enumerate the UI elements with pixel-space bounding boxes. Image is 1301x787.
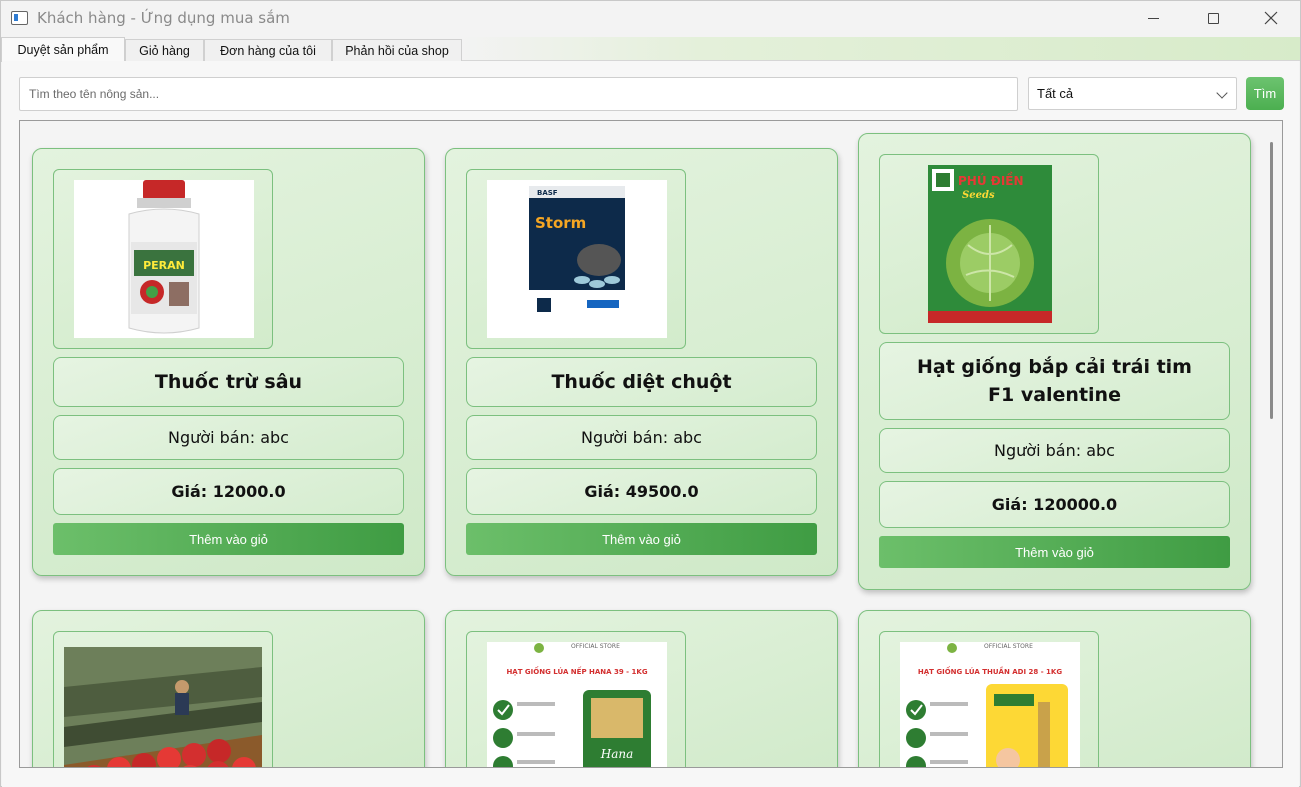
product-scroll-area[interactable]: PERAN Thuốc trừ sâu Người bán: abc Giá: … bbox=[19, 120, 1283, 768]
title-bar: Khách hàng - Ứng dụng mua sắm bbox=[1, 1, 1300, 37]
product-name: Thuốc trừ sâu bbox=[53, 357, 404, 407]
adi-seed-title: HẠT GIỐNG LÚA THUẦN ADI 28 - 1KG bbox=[918, 666, 1062, 676]
minimize-button[interactable] bbox=[1123, 1, 1183, 35]
maximize-button[interactable] bbox=[1183, 1, 1243, 35]
search-input[interactable] bbox=[19, 77, 1018, 111]
product-seller: Người bán: abc bbox=[879, 428, 1230, 473]
product-image: BASF Storm bbox=[466, 169, 686, 349]
product-card: OFFICIAL STORE HẠT GIỐNG LÚA THUẦN ADI 2… bbox=[858, 610, 1251, 767]
product-card bbox=[32, 610, 425, 767]
rice-seed-hana-image: OFFICIAL STORE HẠT GIỐNG LÚA NẾP HANA 39… bbox=[487, 642, 667, 767]
browse-panel: Tất cả Tìm PERAN bbox=[2, 61, 1299, 787]
cabbage-seed-pack-image: PHÚ ĐIỀN Seeds bbox=[928, 165, 1052, 323]
hana-seed-title: HẠT GIỐNG LÚA NẾP HANA 39 - 1KG bbox=[506, 666, 647, 676]
product-name: Hạt giống bắp cải trái tim F1 valentine bbox=[879, 342, 1230, 420]
tab-my-orders[interactable]: Đơn hàng của tôi bbox=[204, 39, 332, 61]
close-icon bbox=[1264, 11, 1278, 25]
tab-shop-feedback[interactable]: Phản hồi của shop bbox=[332, 39, 462, 61]
maximize-icon bbox=[1207, 12, 1219, 24]
product-card: PERAN Thuốc trừ sâu Người bán: abc Giá: … bbox=[32, 148, 425, 576]
product-price: Giá: 12000.0 bbox=[53, 468, 404, 515]
app-icon bbox=[11, 11, 28, 25]
pesticide-bottle-image: PERAN bbox=[74, 180, 254, 338]
svg-text:Seeds: Seeds bbox=[962, 190, 995, 201]
product-image: OFFICIAL STORE HẠT GIỐNG LÚA NẾP HANA 39… bbox=[466, 631, 686, 767]
svg-text:BASF: BASF bbox=[537, 189, 558, 197]
minimize-icon bbox=[1147, 17, 1159, 19]
add-to-cart-button[interactable]: Thêm vào giỏ bbox=[879, 536, 1230, 568]
chevron-down-icon bbox=[1216, 87, 1228, 99]
svg-text:OFFICIAL STORE: OFFICIAL STORE bbox=[984, 643, 1033, 650]
product-image: PHÚ ĐIỀN Seeds bbox=[879, 154, 1099, 334]
pesticide-brand-text: PERAN bbox=[143, 259, 185, 272]
app-window: Khách hàng - Ứng dụng mua sắm Duyệt sản … bbox=[0, 0, 1301, 787]
window-title: Khách hàng - Ứng dụng mua sắm bbox=[37, 9, 290, 27]
category-selected: Tất cả bbox=[1037, 86, 1074, 101]
search-button[interactable]: Tìm bbox=[1246, 77, 1284, 110]
product-card: BASF Storm Thuốc diệt chuột Người bán: a… bbox=[445, 148, 838, 576]
product-card: PHÚ ĐIỀN Seeds Hạt giống bắp cải trái ti… bbox=[858, 133, 1251, 590]
close-button[interactable] bbox=[1241, 1, 1301, 35]
svg-text:OFFICIAL STORE: OFFICIAL STORE bbox=[571, 643, 620, 650]
product-image: PERAN bbox=[53, 169, 273, 349]
product-price: Giá: 49500.0 bbox=[466, 468, 817, 515]
product-image: OFFICIAL STORE HẠT GIỐNG LÚA THUẦN ADI 2… bbox=[879, 631, 1099, 767]
category-select[interactable]: Tất cả bbox=[1028, 77, 1237, 110]
vertical-scrollbar[interactable] bbox=[1262, 121, 1282, 767]
strawberry-field-image bbox=[64, 647, 262, 767]
rodenticide-pack-image: BASF Storm bbox=[487, 180, 667, 338]
product-image bbox=[53, 631, 273, 767]
rodenticide-brand-text: Storm bbox=[535, 214, 586, 232]
add-to-cart-button[interactable]: Thêm vào giỏ bbox=[53, 523, 404, 555]
product-card: OFFICIAL STORE HẠT GIỐNG LÚA NẾP HANA 39… bbox=[445, 610, 838, 767]
product-price: Giá: 120000.0 bbox=[879, 481, 1230, 528]
add-to-cart-button[interactable]: Thêm vào giỏ bbox=[466, 523, 817, 555]
rice-seed-adi-image: OFFICIAL STORE HẠT GIỐNG LÚA THUẦN ADI 2… bbox=[900, 642, 1080, 767]
product-seller: Người bán: abc bbox=[466, 415, 817, 460]
seed-brand-text: PHÚ ĐIỀN bbox=[958, 171, 1024, 188]
tab-browse-products[interactable]: Duyệt sản phẩm bbox=[1, 37, 125, 62]
tab-cart[interactable]: Giỏ hàng bbox=[125, 39, 204, 61]
product-seller: Người bán: abc bbox=[53, 415, 404, 460]
tab-bar: Duyệt sản phẩm Giỏ hàng Đơn hàng của tôi… bbox=[1, 37, 1300, 62]
scrollbar-thumb[interactable] bbox=[1270, 142, 1273, 419]
svg-text:Hana: Hana bbox=[600, 747, 634, 761]
product-name: Thuốc diệt chuột bbox=[466, 357, 817, 407]
